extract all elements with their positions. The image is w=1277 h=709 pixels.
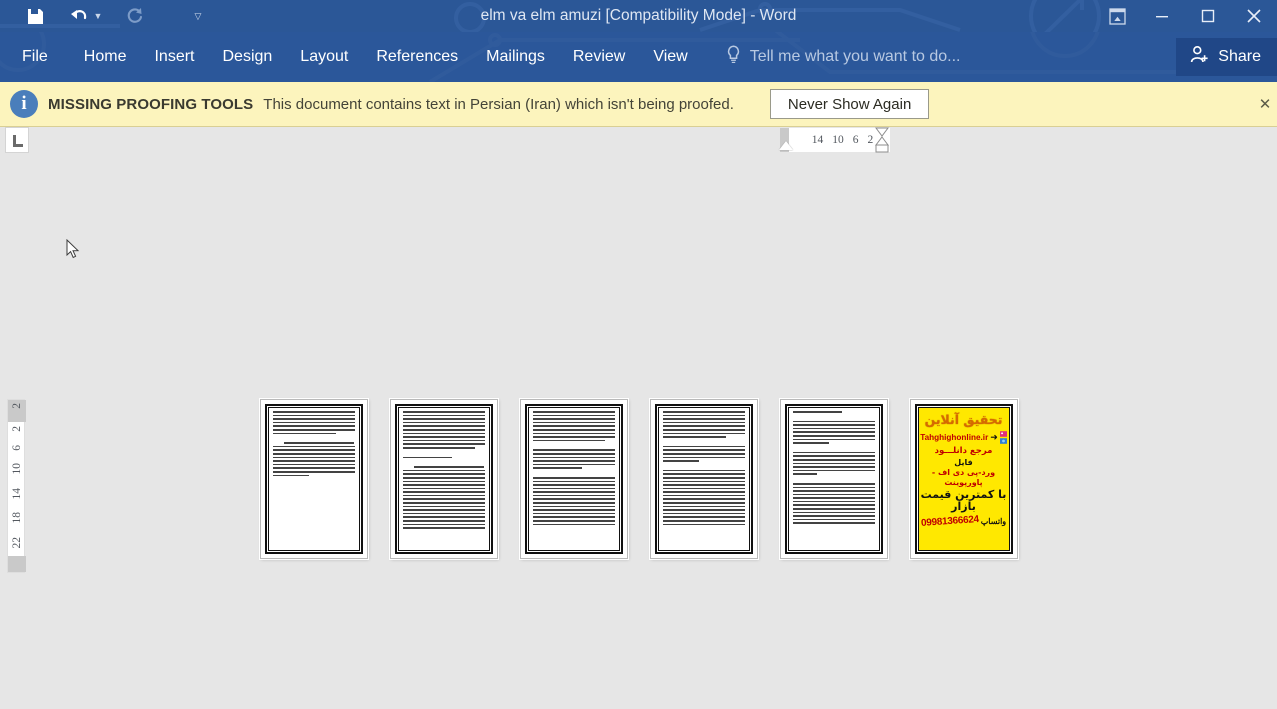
tab-mailings-label: Mailings <box>486 48 545 65</box>
page-border <box>784 404 883 554</box>
tab-layout[interactable]: Layout <box>286 32 362 82</box>
page-text-lines <box>532 411 615 547</box>
page-text-lines <box>662 411 745 547</box>
page-thumbnail-2[interactable] <box>389 399 498 559</box>
tab-design[interactable]: Design <box>208 32 286 82</box>
undo-group: ▼ <box>66 3 104 29</box>
tab-view[interactable]: View <box>639 32 701 82</box>
ad-phone-number: 09981366624 <box>920 514 980 530</box>
horizontal-ruler-strip: 14 10 6 2 <box>0 127 1277 155</box>
title-bar: ▼ ▽ elm va elm amuzi [Compatibility Mode… <box>0 0 1277 32</box>
message-bar: i MISSING PROOFING TOOLS This document c… <box>0 82 1277 127</box>
page-border <box>264 404 363 554</box>
minimize-icon[interactable] <box>1139 0 1185 32</box>
restore-icon[interactable] <box>1185 0 1231 32</box>
never-show-again-button[interactable]: Never Show Again <box>769 89 930 119</box>
hruler-num-10: 10 <box>832 134 844 146</box>
page-border <box>524 404 623 554</box>
tab-insert-label: Insert <box>154 48 195 65</box>
page-text-lines <box>272 411 355 547</box>
tell-me-placeholder: Tell me what you want to do... <box>749 48 961 65</box>
tab-stop-selector[interactable] <box>5 127 29 153</box>
window-controls <box>1095 0 1277 32</box>
quick-access-toolbar: ▼ ▽ <box>0 0 204 32</box>
advertisement-page: تحقیق آنلاین Tahghighonline.ir ➜ مرجع دا… <box>918 408 1009 550</box>
document-work-area[interactable]: 14 10 6 2 2 2 6 10 14 18 22 تحقیق آنلاین… <box>0 127 1277 708</box>
page-border <box>394 404 493 554</box>
share-label: Share <box>1218 48 1261 65</box>
media-icon <box>999 437 1007 444</box>
tab-file-label: File <box>22 48 48 65</box>
tab-references[interactable]: References <box>362 32 472 82</box>
page-thumbnail-3[interactable] <box>519 399 628 559</box>
page-text-lines <box>402 411 485 547</box>
ribbon-tab-bar: File Home Insert Design Layout Reference… <box>0 32 1277 82</box>
message-bar-close-icon[interactable]: ✕ <box>1256 92 1274 116</box>
share-button[interactable]: Share <box>1176 38 1277 76</box>
hruler-num-6: 6 <box>852 134 859 146</box>
redo-icon[interactable] <box>122 3 148 29</box>
overflow-caret-icon[interactable]: ▽ <box>192 3 204 29</box>
page-thumbnail-5[interactable] <box>779 399 888 559</box>
tab-home-label: Home <box>83 48 127 65</box>
tab-review-label: Review <box>572 48 626 65</box>
tab-home[interactable]: Home <box>70 32 141 82</box>
left-indent-marker[interactable] <box>779 141 793 150</box>
ad-whatsapp-label: واتساپ <box>980 517 1007 527</box>
tab-references-label: References <box>376 48 459 65</box>
page-text-lines <box>792 411 875 547</box>
undo-icon[interactable] <box>66 3 92 29</box>
message-bar-title: MISSING PROOFING TOOLS <box>48 95 254 113</box>
ribbon-options-icon[interactable] <box>1095 0 1139 32</box>
tab-mailings[interactable]: Mailings <box>472 32 559 82</box>
page-thumbnail-4[interactable] <box>649 399 758 559</box>
hruler-num-14: 14 <box>811 134 824 146</box>
tell-me-search[interactable]: Tell me what you want to do... <box>702 32 961 82</box>
ad-url-row: Tahghighonline.ir ➜ <box>920 430 1007 444</box>
right-indent-markers[interactable] <box>874 127 890 153</box>
person-add-icon <box>1190 45 1209 69</box>
image-icon <box>999 430 1007 437</box>
tab-review[interactable]: Review <box>559 32 639 82</box>
never-show-again-label: Never Show Again <box>787 95 912 113</box>
arrow-left-icon: ➜ <box>990 431 998 442</box>
ad-line-2: فایل <box>954 458 973 468</box>
ad-url: Tahghighonline.ir <box>920 432 989 442</box>
page-thumbnail-1[interactable] <box>259 399 368 559</box>
tab-view-label: View <box>653 48 688 65</box>
ribbon-tabs: File Home Insert Design Layout Reference… <box>0 32 702 82</box>
mouse-pointer <box>66 239 80 259</box>
tab-file[interactable]: File <box>0 32 70 82</box>
ad-title: تحقیق آنلاین <box>924 412 1003 427</box>
close-icon[interactable] <box>1231 0 1277 32</box>
message-bar-text: This document contains text in Persian (… <box>263 95 734 113</box>
tab-insert[interactable]: Insert <box>140 32 208 82</box>
page-thumbnails: تحقیق آنلاین Tahghighonline.ir ➜ مرجع دا… <box>0 399 1277 559</box>
tab-layout-label: Layout <box>300 48 349 65</box>
ad-line-4: با کمترین قیمت بازار <box>920 487 1007 514</box>
horizontal-ruler-numbers: 14 10 6 2 <box>806 134 874 146</box>
page-border <box>654 404 753 554</box>
chevron-down-icon[interactable]: ▼ <box>92 3 104 29</box>
ad-app-icons <box>999 430 1007 444</box>
save-icon[interactable] <box>22 3 48 29</box>
page-border: تحقیق آنلاین Tahghighonline.ir ➜ مرجع دا… <box>914 404 1013 554</box>
ad-line-3: ورد-پی دی اف - پاورپوینت <box>931 468 996 487</box>
tab-design-label: Design <box>222 48 273 65</box>
ad-line-1: مرجع دانلـــود <box>934 445 993 456</box>
lightbulb-icon <box>726 45 741 69</box>
page-thumbnail-6[interactable]: تحقیق آنلاین Tahghighonline.ir ➜ مرجع دا… <box>909 399 1018 559</box>
info-icon: i <box>10 90 38 118</box>
ad-contact-row: 09981366624 واتساپ <box>920 514 1007 530</box>
hruler-num-2: 2 <box>867 134 874 146</box>
